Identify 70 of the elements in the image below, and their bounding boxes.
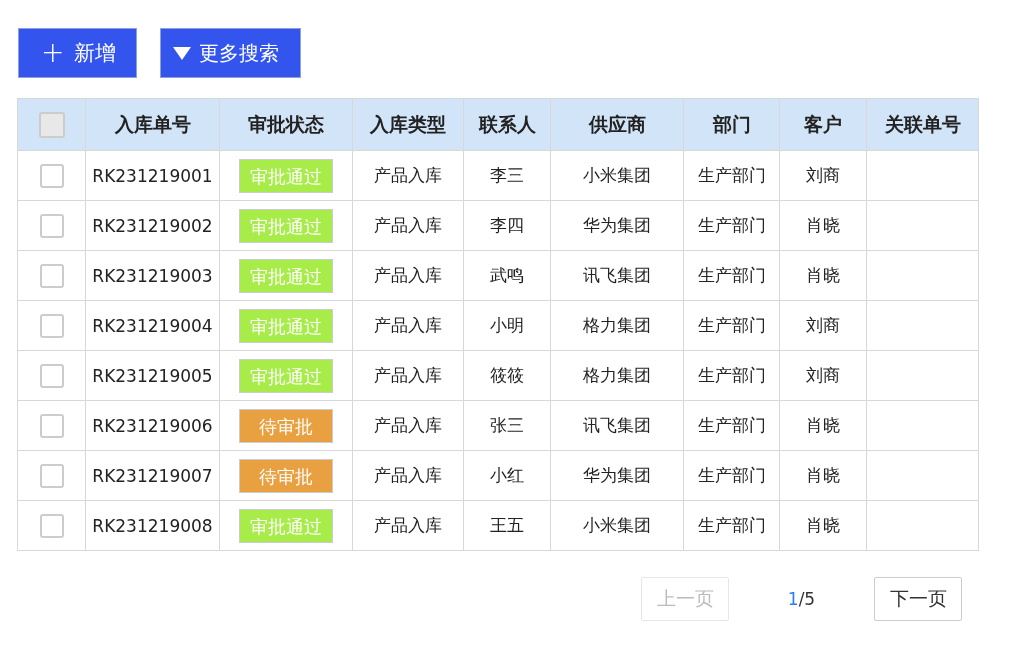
table-cell: 肖晓 xyxy=(779,500,867,551)
column-header: 审批状态 xyxy=(219,98,353,151)
table-cell: 刘商 xyxy=(779,350,867,401)
page-total: /5 xyxy=(798,589,816,609)
column-header: 供应商 xyxy=(550,98,684,151)
table-cell: RK231219007 xyxy=(85,450,220,501)
table-cell: 生产部门 xyxy=(683,350,780,401)
table-cell: 肖晓 xyxy=(779,400,867,451)
table-cell: RK231219003 xyxy=(85,250,220,301)
table-cell: 刘商 xyxy=(779,300,867,351)
status-badge: 审批通过 xyxy=(239,208,333,243)
table-cell: 生产部门 xyxy=(683,500,780,551)
table-cell: RK231219006 xyxy=(85,400,220,451)
table-cell: 产品入库 xyxy=(352,400,464,451)
table-cell: 李四 xyxy=(463,200,551,251)
table-cell: RK231219005 xyxy=(85,350,220,401)
table-cell: 小红 xyxy=(463,450,551,501)
table-cell: 生产部门 xyxy=(683,300,780,351)
table-cell: 生产部门 xyxy=(683,150,780,201)
table-cell: RK231219001 xyxy=(85,150,220,201)
table-cell: 小米集团 xyxy=(550,150,684,201)
column-header: 关联单号 xyxy=(866,98,979,151)
status-badge: 审批通过 xyxy=(239,358,333,393)
table-cell: 肖晓 xyxy=(779,200,867,251)
table-cell: RK231219004 xyxy=(85,300,220,351)
table-cell: 生产部门 xyxy=(683,250,780,301)
table-cell: 肖晓 xyxy=(779,250,867,301)
table-cell: 李三 xyxy=(463,150,551,201)
table-cell: 筱筱 xyxy=(463,350,551,401)
column-header: 入库类型 xyxy=(352,98,464,151)
table-cell: 生产部门 xyxy=(683,450,780,501)
column-header: 部门 xyxy=(683,98,780,151)
table-cell: RK231219002 xyxy=(85,200,220,251)
table-cell: 肖晓 xyxy=(779,450,867,501)
table-cell: 刘商 xyxy=(779,150,867,201)
table-cell: 生产部门 xyxy=(683,200,780,251)
table-cell: 张三 xyxy=(463,400,551,451)
table-cell: 武鸣 xyxy=(463,250,551,301)
status-badge: 审批通过 xyxy=(239,258,333,293)
table-cell: 产品入库 xyxy=(352,300,464,351)
table-cell: 产品入库 xyxy=(352,350,464,401)
table-cell: 讯飞集团 xyxy=(550,250,684,301)
column-header: 客户 xyxy=(779,98,867,151)
status-badge: 审批通过 xyxy=(239,508,333,543)
column-header: 联系人 xyxy=(463,98,551,151)
status-badge: 待审批 xyxy=(239,458,333,493)
add-button[interactable]: + 新增 xyxy=(18,28,137,78)
table-cell: 格力集团 xyxy=(550,350,684,401)
status-badge: 审批通过 xyxy=(239,158,333,193)
table-cell: 小明 xyxy=(463,300,551,351)
table-cell: 格力集团 xyxy=(550,300,684,351)
status-badge: 审批通过 xyxy=(239,308,333,343)
table-cell: 产品入库 xyxy=(352,250,464,301)
column-header: 入库单号 xyxy=(85,98,220,151)
more-search-button[interactable]: 更多搜索 xyxy=(160,28,301,78)
current-page: 1 xyxy=(787,589,799,609)
table-cell: 王五 xyxy=(463,500,551,551)
table-cell: 华为集团 xyxy=(550,200,684,251)
table-cell: 华为集团 xyxy=(550,450,684,501)
table-cell: 生产部门 xyxy=(683,400,780,451)
next-page-button[interactable]: 下一页 xyxy=(874,577,962,621)
table-cell: RK231219008 xyxy=(85,500,220,551)
table-cell: 产品入库 xyxy=(352,450,464,501)
table-cell: 产品入库 xyxy=(352,500,464,551)
table-cell: 小米集团 xyxy=(550,500,684,551)
table-cell: 讯飞集团 xyxy=(550,400,684,451)
table-cell: 产品入库 xyxy=(352,200,464,251)
status-badge: 待审批 xyxy=(239,408,333,443)
table-cell: 产品入库 xyxy=(352,150,464,201)
plus-icon: + xyxy=(41,39,65,67)
